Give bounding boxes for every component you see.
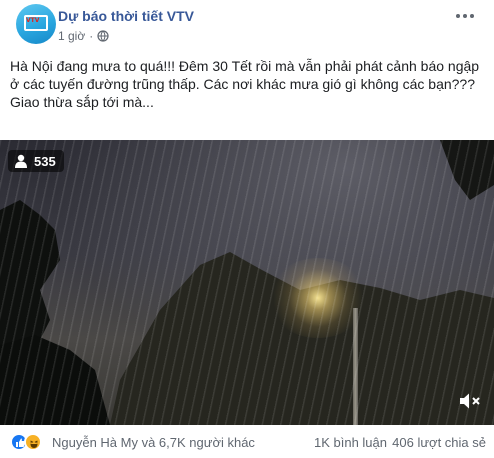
vtv-logo-text: VTV bbox=[26, 17, 40, 24]
page-avatar[interactable]: VTV bbox=[16, 4, 56, 44]
volume-muted-icon[interactable] bbox=[458, 391, 482, 411]
rain-overlay bbox=[0, 140, 494, 425]
reaction-icons[interactable] bbox=[10, 433, 44, 451]
post-header: VTV Dự báo thời tiết VTV 1 giờ · bbox=[16, 4, 478, 48]
reactors-summary[interactable]: Nguyễn Hà My và 6,7K người khác bbox=[52, 435, 255, 450]
post-timestamp[interactable]: 1 giờ bbox=[58, 29, 85, 43]
post-footer: Nguyễn Hà My và 6,7K người khác 1K bình … bbox=[10, 432, 486, 454]
viewer-count: 535 bbox=[34, 153, 56, 169]
post-text-line: Hà Nội đang mưa to quá!!! Đêm 30 Tết rồi… bbox=[10, 58, 480, 92]
post-body: Hà Nội đang mưa to quá!!! Đêm 30 Tết rồi… bbox=[10, 57, 486, 111]
share-count[interactable]: 406 lượt chia sẻ bbox=[392, 435, 486, 450]
more-options-icon[interactable] bbox=[454, 10, 476, 22]
post-meta: 1 giờ · bbox=[58, 29, 109, 43]
haha-icon bbox=[24, 433, 42, 451]
globe-icon[interactable] bbox=[97, 30, 109, 42]
comment-count[interactable]: 1K bình luận bbox=[314, 435, 387, 450]
meta-separator: · bbox=[89, 29, 94, 43]
post-text-line: Giao thừa sắp tới mà... bbox=[10, 94, 154, 110]
viewer-count-badge: 535 bbox=[8, 150, 64, 172]
page-name-link[interactable]: Dự báo thời tiết VTV bbox=[58, 8, 194, 24]
user-icon bbox=[15, 154, 27, 168]
video-player[interactable]: 535 bbox=[0, 140, 494, 425]
